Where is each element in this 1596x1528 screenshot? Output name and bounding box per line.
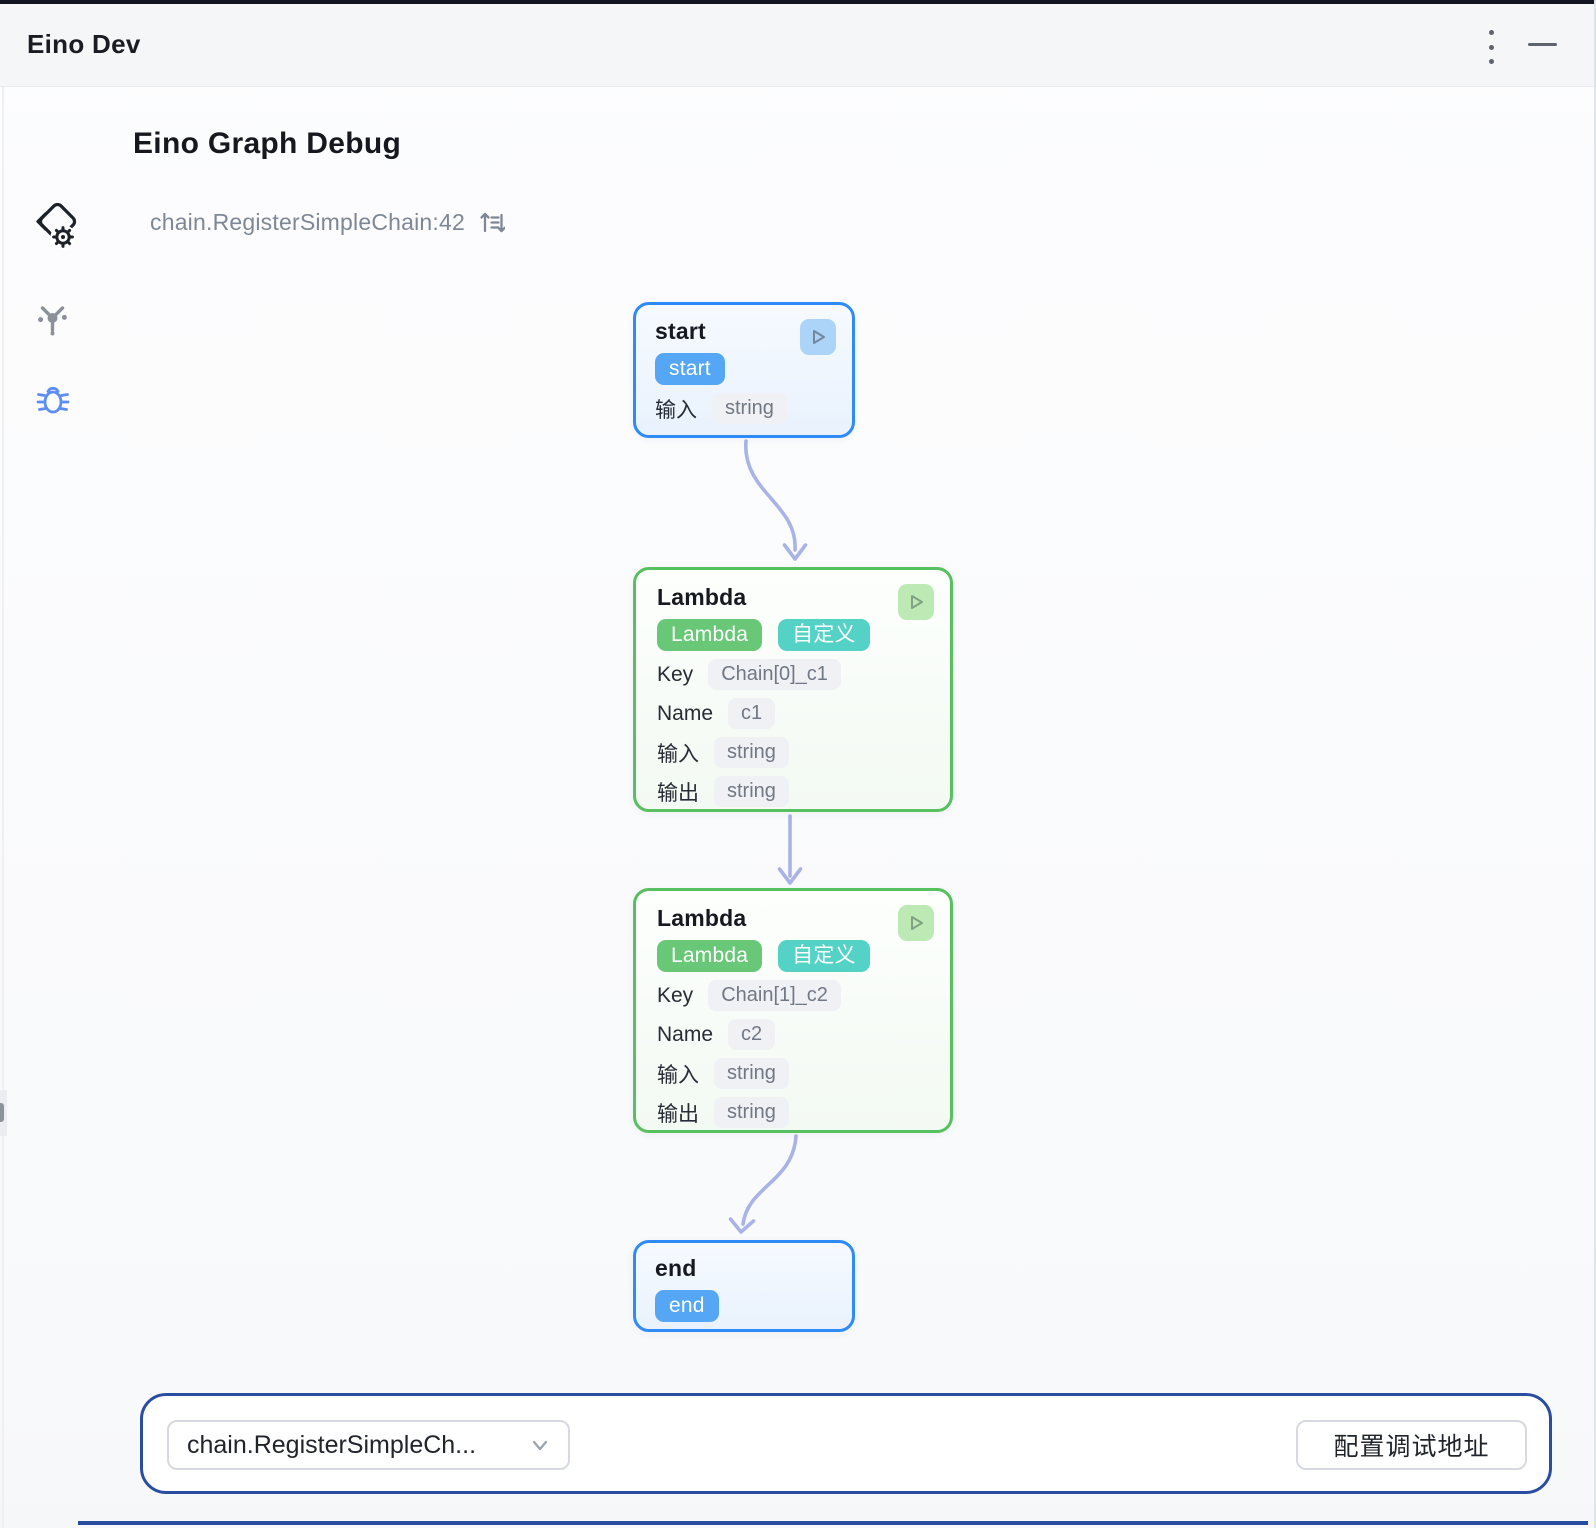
chain-subtitle-row: chain.RegisterSimpleChain:42 xyxy=(150,209,505,236)
node-row: 输出 string xyxy=(657,1097,929,1128)
node-lambda-c2[interactable]: Lambda Lambda 自定义 Key Chain[1]_c2 Name c… xyxy=(633,888,953,1133)
node-row: 输入 string xyxy=(657,737,929,768)
play-icon xyxy=(905,912,927,934)
row-value-chip: c2 xyxy=(728,1019,775,1050)
row-value-chip: string xyxy=(714,1058,789,1089)
row-value-chip: string xyxy=(714,1097,789,1128)
node-row: Name c1 xyxy=(657,698,929,729)
node-title: Lambda xyxy=(657,584,929,611)
node-row: Key Chain[1]_c2 xyxy=(657,980,929,1011)
node-row: 输入 string xyxy=(657,1058,929,1089)
node-lambda-c1[interactable]: Lambda Lambda 自定义 Key Chain[0]_c1 Name c… xyxy=(633,567,953,812)
row-label: Key xyxy=(657,984,693,1008)
node-type-badge: Lambda xyxy=(657,619,762,651)
row-value-chip: string xyxy=(712,393,787,424)
row-label: 输入 xyxy=(657,738,699,768)
debug-bug-icon[interactable] xyxy=(35,381,71,418)
node-title: Lambda xyxy=(657,905,929,932)
chain-subtitle: chain.RegisterSimpleChain:42 xyxy=(150,209,465,236)
row-value-chip: string xyxy=(714,776,789,807)
target-select-value: chain.RegisterSimpleCh... xyxy=(187,1431,476,1460)
row-label: Name xyxy=(657,1023,713,1047)
node-row: 输出 string xyxy=(657,776,929,807)
left-panel-handle-grip xyxy=(0,1103,4,1122)
configure-debug-address-button[interactable]: 配置调试地址 xyxy=(1296,1420,1527,1470)
row-value-chip: string xyxy=(714,737,789,768)
row-label: 输出 xyxy=(657,777,699,807)
chevron-down-icon xyxy=(528,1433,552,1457)
app-title: Eino Dev xyxy=(27,29,141,60)
row-label: 输出 xyxy=(657,1098,699,1128)
run-node-button[interactable] xyxy=(800,319,836,355)
row-label: 输入 xyxy=(655,394,697,424)
sort-order-icon[interactable] xyxy=(479,209,505,236)
minimize-button[interactable] xyxy=(1528,43,1557,52)
node-title: end xyxy=(655,1255,833,1282)
node-row: Key Chain[0]_c1 xyxy=(657,659,929,690)
debug-target-bar: chain.RegisterSimpleCh... 配置调试地址 xyxy=(140,1393,1552,1494)
row-label: Name xyxy=(657,702,713,726)
run-node-button[interactable] xyxy=(898,584,934,620)
row-label: 输入 xyxy=(657,1059,699,1089)
node-start[interactable]: start start 输入 string xyxy=(633,302,855,438)
left-panel-handle[interactable] xyxy=(0,1090,7,1136)
bottom-panel-edge xyxy=(78,1521,1588,1525)
sidebar xyxy=(0,87,106,1528)
row-value-chip: Chain[0]_c1 xyxy=(708,659,841,690)
node-end[interactable]: end end xyxy=(633,1240,855,1332)
play-icon xyxy=(905,591,927,613)
row-label: Key xyxy=(657,663,693,687)
custom-badge: 自定义 xyxy=(778,619,870,651)
kebab-dot xyxy=(1489,30,1494,35)
target-select[interactable]: chain.RegisterSimpleCh... xyxy=(167,1420,570,1470)
play-icon xyxy=(807,326,829,348)
graph-view-icon[interactable] xyxy=(36,301,69,337)
kebab-dot xyxy=(1489,59,1494,64)
row-value-chip: c1 xyxy=(728,698,775,729)
page-title: Eino Graph Debug xyxy=(133,127,401,161)
eino-logo-icon xyxy=(32,203,80,255)
window-titlebar: Eino Dev xyxy=(0,4,1594,87)
window-top-edge xyxy=(0,0,1594,4)
node-type-badge: end xyxy=(655,1290,719,1322)
node-row: 输入 string xyxy=(655,393,833,424)
kebab-dot xyxy=(1489,45,1494,50)
window-menu-button[interactable] xyxy=(1482,28,1500,66)
node-row: Name c2 xyxy=(657,1019,929,1050)
run-node-button[interactable] xyxy=(898,905,934,941)
node-type-badge: start xyxy=(655,353,725,385)
row-value-chip: Chain[1]_c2 xyxy=(708,980,841,1011)
custom-badge: 自定义 xyxy=(778,940,870,972)
node-type-badge: Lambda xyxy=(657,940,762,972)
minimize-icon xyxy=(1528,43,1557,46)
